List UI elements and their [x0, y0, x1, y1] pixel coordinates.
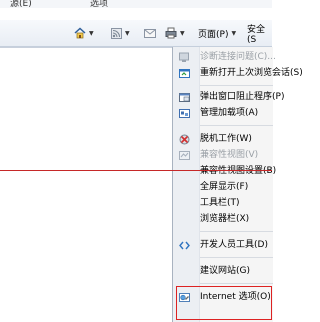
menu-item-full-screen[interactable]: 全屏显示(F) — [173, 179, 273, 195]
menu-item-suggested-sites[interactable]: 建议网站(G) — [173, 263, 273, 279]
menu-item-label: 兼容性视图设置(B) — [200, 166, 277, 176]
feeds-button[interactable]: ▼ — [111, 20, 130, 46]
read-mail-button[interactable] — [144, 20, 156, 46]
top-text-fragment-1: 源(E) — [10, 0, 32, 8]
tools-dropdown-menu: 诊断连接问题(C)... 重新打开上次浏览会话(S) 弹出窗口阻止程序(P) 管… — [172, 47, 303, 322]
safety-menu-button[interactable]: 安全(S — [247, 20, 272, 46]
menu-separator — [200, 125, 273, 126]
menu-separator — [200, 231, 273, 232]
menu-item-explorer-bars[interactable]: 浏览器栏(X) — [173, 211, 273, 227]
menu-item-label: 工具栏(T) — [200, 198, 240, 208]
menu-item-compat-view[interactable]: 兼容性视图(V) — [173, 147, 273, 163]
top-text-fragment-2: 选项 — [90, 0, 109, 8]
menu-separator — [200, 257, 273, 258]
menu-item-label: 全屏显示(F) — [200, 182, 249, 192]
page-menu-label: 页面(P) — [198, 29, 229, 40]
home-button[interactable]: ▼ — [74, 20, 94, 46]
menu-item-label: 脱机工作(W) — [200, 134, 252, 144]
dev-tools-icon — [179, 241, 190, 250]
chevron-down-icon: ▼ — [231, 29, 237, 37]
menu-separator — [200, 283, 273, 284]
menu-item-label: 诊断连接问题(C)... — [200, 52, 276, 62]
page-content-area — [0, 47, 172, 322]
menu-item-label: 浏览器栏(X) — [200, 214, 250, 224]
print-button[interactable]: ▼ — [165, 20, 185, 46]
mail-icon — [144, 28, 156, 38]
print-icon — [165, 27, 177, 39]
divider — [0, 47, 172, 48]
command-bar: ▼ ▼ ▼ 页面(P) ▼ 安全(S — [0, 20, 272, 47]
menu-item-label: 弹出窗口阻止程序(P) — [200, 92, 285, 102]
menu-item-diagnose-connection[interactable]: 诊断连接问题(C)... — [173, 49, 276, 65]
menu-item-label: 开发人员工具(D) — [200, 240, 268, 250]
window-top-strip: 源(E) 选项 — [0, 0, 272, 8]
home-icon — [74, 27, 86, 39]
menu-item-reopen-session[interactable]: 重新打开上次浏览会话(S) — [173, 65, 303, 81]
page-menu-button[interactable]: 页面(P) ▼ — [198, 20, 236, 46]
menu-item-work-offline[interactable]: 脱机工作(W) — [173, 131, 273, 147]
menu-separator — [200, 85, 273, 86]
reopen-session-icon — [179, 69, 190, 78]
chevron-down-icon: ▼ — [125, 29, 130, 37]
menu-item-label: 管理加载项(A) — [200, 108, 259, 118]
menu-item-label: 建议网站(G) — [200, 266, 250, 276]
menu-item-manage-addons[interactable]: 管理加载项(A) — [173, 105, 273, 121]
annotation-line — [0, 170, 272, 171]
addons-icon — [179, 109, 190, 118]
menu-item-label: 兼容性视图(V) — [200, 150, 259, 160]
compat-view-icon — [179, 151, 190, 160]
offline-icon — [179, 134, 190, 145]
diagnose-icon — [179, 52, 189, 62]
menu-item-toolbars[interactable]: 工具栏(T) — [173, 195, 273, 211]
popup-blocker-icon — [179, 93, 190, 102]
menu-item-compat-view-settings[interactable]: 兼容性视图设置(B) — [173, 163, 277, 179]
menu-item-popup-blocker[interactable]: 弹出窗口阻止程序(P) — [173, 89, 284, 105]
chevron-down-icon: ▼ — [89, 29, 94, 37]
chevron-down-icon: ▼ — [180, 29, 185, 37]
safety-menu-label: 安全(S — [247, 24, 266, 45]
menu-item-label: 重新打开上次浏览会话(S) — [200, 68, 303, 78]
menu-item-developer-tools[interactable]: 开发人员工具(D) — [173, 237, 273, 253]
annotation-highlight-box — [176, 286, 272, 320]
rss-icon — [111, 27, 122, 39]
